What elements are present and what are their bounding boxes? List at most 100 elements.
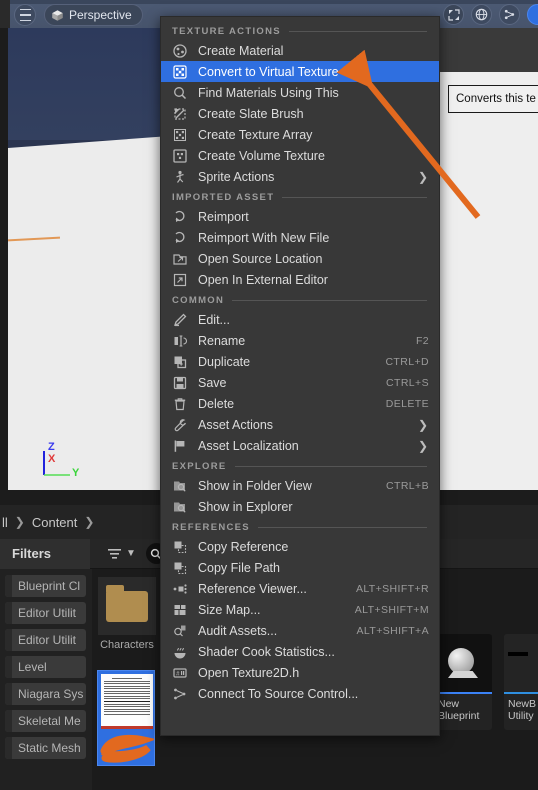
menu-item-reference-viewer[interactable]: Reference Viewer... ALT+SHIFT+R [161, 578, 439, 599]
maximize-viewport-button[interactable] [443, 4, 464, 25]
menu-item-reimport-with-new-file[interactable]: Reimport With New File [161, 227, 439, 248]
viewport-left-rail [0, 28, 8, 490]
filter-chip-editor-utility-1[interactable]: Editor Utilit [5, 602, 86, 624]
material-sphere-icon [172, 43, 188, 59]
texture-accent-bar [101, 726, 153, 729]
menu-item-label: Audit Assets... [198, 623, 278, 638]
toolbar-left-block [0, 0, 10, 28]
flag-icon [172, 438, 188, 454]
menu-item-create-slate-brush[interactable]: Create Slate Brush [161, 103, 439, 124]
viewport-menu-button[interactable] [14, 4, 36, 26]
menu-item-create-texture-array[interactable]: Create Texture Array [161, 124, 439, 145]
size-map-icon [172, 602, 188, 618]
menu-item-label: Open In External Editor [198, 272, 328, 287]
menu-item-convert-to-virtual-texture[interactable]: Convert to Virtual Texture [161, 61, 439, 82]
filter-chip-skeletal-mesh[interactable]: Skeletal Me [5, 710, 86, 732]
menu-item-label: Create Volume Texture [198, 148, 325, 163]
menu-item-sprite-actions[interactable]: Sprite Actions ❯ [161, 166, 439, 187]
menu-item-find-materials-using-this[interactable]: Find Materials Using This [161, 82, 439, 103]
axis-gizmo-svg [43, 451, 70, 476]
asset-tile-new-blueprint-utility[interactable]: NewB Utility [504, 634, 538, 730]
menu-item-delete[interactable]: Delete DELETE [161, 393, 439, 414]
menu-item-open-source-location[interactable]: Open Source Location [161, 248, 439, 269]
menu-item-shortcut: ALT+SHIFT+R [355, 582, 429, 595]
menu-item-label: Save [198, 375, 227, 390]
snap-settings-button[interactable] [499, 4, 520, 25]
menu-item-edit[interactable]: Edit... [161, 309, 439, 330]
extra-toolbar-button[interactable] [527, 4, 538, 25]
menu-item-asset-actions[interactable]: Asset Actions ❯ [161, 414, 439, 435]
menu-item-duplicate[interactable]: Duplicate CTRL+D [161, 351, 439, 372]
menu-item-label: Copy Reference [198, 539, 289, 554]
world-coordinates-button[interactable] [471, 4, 492, 25]
filter-chip-blueprint-class[interactable]: Blueprint Cl [5, 575, 86, 597]
asset-label: Characters [100, 639, 154, 651]
menu-item-shader-cook-statistics[interactable]: Shader Cook Statistics... [161, 641, 439, 662]
hamburger-icon-bar [19, 8, 31, 11]
menu-item-label: Show in Folder View [198, 478, 312, 493]
menu-section-rule [232, 300, 427, 301]
menu-section-rule [288, 31, 427, 32]
wrench-icon [172, 417, 188, 433]
menu-section-header: EXPLORE [161, 456, 439, 475]
menu-item-create-material[interactable]: Create Material [161, 40, 439, 61]
filter-chip-level[interactable]: Level [5, 656, 86, 678]
menu-item-reimport[interactable]: Reimport [161, 206, 439, 227]
menu-item-label: Open Source Location [198, 251, 323, 266]
menu-item-save[interactable]: Save CTRL+S [161, 372, 439, 393]
submenu-chevron-icon: ❯ [417, 417, 428, 432]
menu-item-open-in-external-editor[interactable]: Open In External Editor [161, 269, 439, 290]
chevron-down-icon[interactable]: ▼ [126, 548, 136, 559]
submenu-chevron-icon: ❯ [417, 169, 428, 184]
menu-item-copy-reference[interactable]: Copy Reference [161, 536, 439, 557]
texture-array-icon [172, 127, 188, 143]
perspective-label: Perspective [69, 8, 132, 22]
asset-tile-folder[interactable]: Characters [98, 577, 156, 651]
app-root: Z X Y Perspective ll ❯ Content ❯ Filters… [0, 0, 538, 790]
filter-icon[interactable] [107, 547, 122, 560]
asset-tile-new-blueprint[interactable]: New Blueprint [434, 634, 492, 730]
menu-item-rename[interactable]: Rename F2 [161, 330, 439, 351]
menu-item-create-volume-texture[interactable]: Create Volume Texture [161, 145, 439, 166]
blueprint-thumbnail [434, 634, 492, 692]
sphere-preview-icon [448, 648, 474, 674]
menu-item-label: Create Material [198, 43, 284, 58]
snap-icon [504, 9, 515, 20]
menu-item-copy-file-path[interactable]: Copy File Path [161, 557, 439, 578]
menu-section-header: COMMON [161, 290, 439, 309]
menu-item-label: Reimport With New File [198, 230, 330, 245]
menu-item-open-texture2d-h[interactable]: # Open Texture2D.h [161, 662, 439, 683]
reimport-icon [172, 209, 188, 225]
filters-button[interactable]: Filters [0, 538, 90, 569]
sphere-base-icon [448, 671, 478, 678]
asset-context-menu[interactable]: TEXTURE ACTIONS Create Material Convert to… [160, 16, 440, 736]
perspective-dropdown[interactable]: Perspective [44, 4, 143, 26]
menu-item-asset-localization[interactable]: Asset Localization ❯ [161, 435, 439, 456]
folder-thumbnail [98, 577, 156, 635]
menu-item-size-map[interactable]: Size Map... ALT+SHIFT+M [161, 599, 439, 620]
filter-chip-editor-utility-2[interactable]: Editor Utilit [5, 629, 86, 651]
filter-chip-niagara-system[interactable]: Niagara Sys [5, 683, 86, 705]
menu-section-rule [257, 527, 427, 528]
duplicate-icon [172, 354, 188, 370]
submenu-chevron-icon: ❯ [417, 438, 428, 453]
menu-item-shortcut: DELETE [385, 397, 429, 410]
filter-controls[interactable]: ▼ [107, 547, 136, 560]
menu-item-connect-to-source-control[interactable]: Connect To Source Control... [161, 683, 439, 704]
asset-tile-texture-selected[interactable] [97, 670, 155, 766]
audit-icon [172, 623, 188, 639]
asset-label-line1: NewB [508, 698, 537, 710]
menu-item-label: Delete [198, 396, 235, 411]
asset-label-line2: Utility [508, 710, 534, 722]
menu-item-show-in-folder-view[interactable]: Show in Folder View CTRL+B [161, 475, 439, 496]
breadcrumb-item-content[interactable]: Content [32, 515, 78, 530]
blueprint-utility-thumbnail [504, 634, 538, 692]
filter-chip-static-mesh[interactable]: Static Mesh [5, 737, 86, 759]
texture-thumbnail [101, 674, 153, 726]
menu-item-show-in-explorer[interactable]: Show in Explorer [161, 496, 439, 517]
breadcrumb-item-root[interactable]: ll [2, 515, 8, 530]
magnifier-icon [172, 85, 188, 101]
menu-item-audit-assets[interactable]: Audit Assets... ALT+SHIFT+A [161, 620, 439, 641]
asset-label-line1: New [438, 698, 460, 710]
chevron-right-icon: ❯ [14, 515, 25, 529]
